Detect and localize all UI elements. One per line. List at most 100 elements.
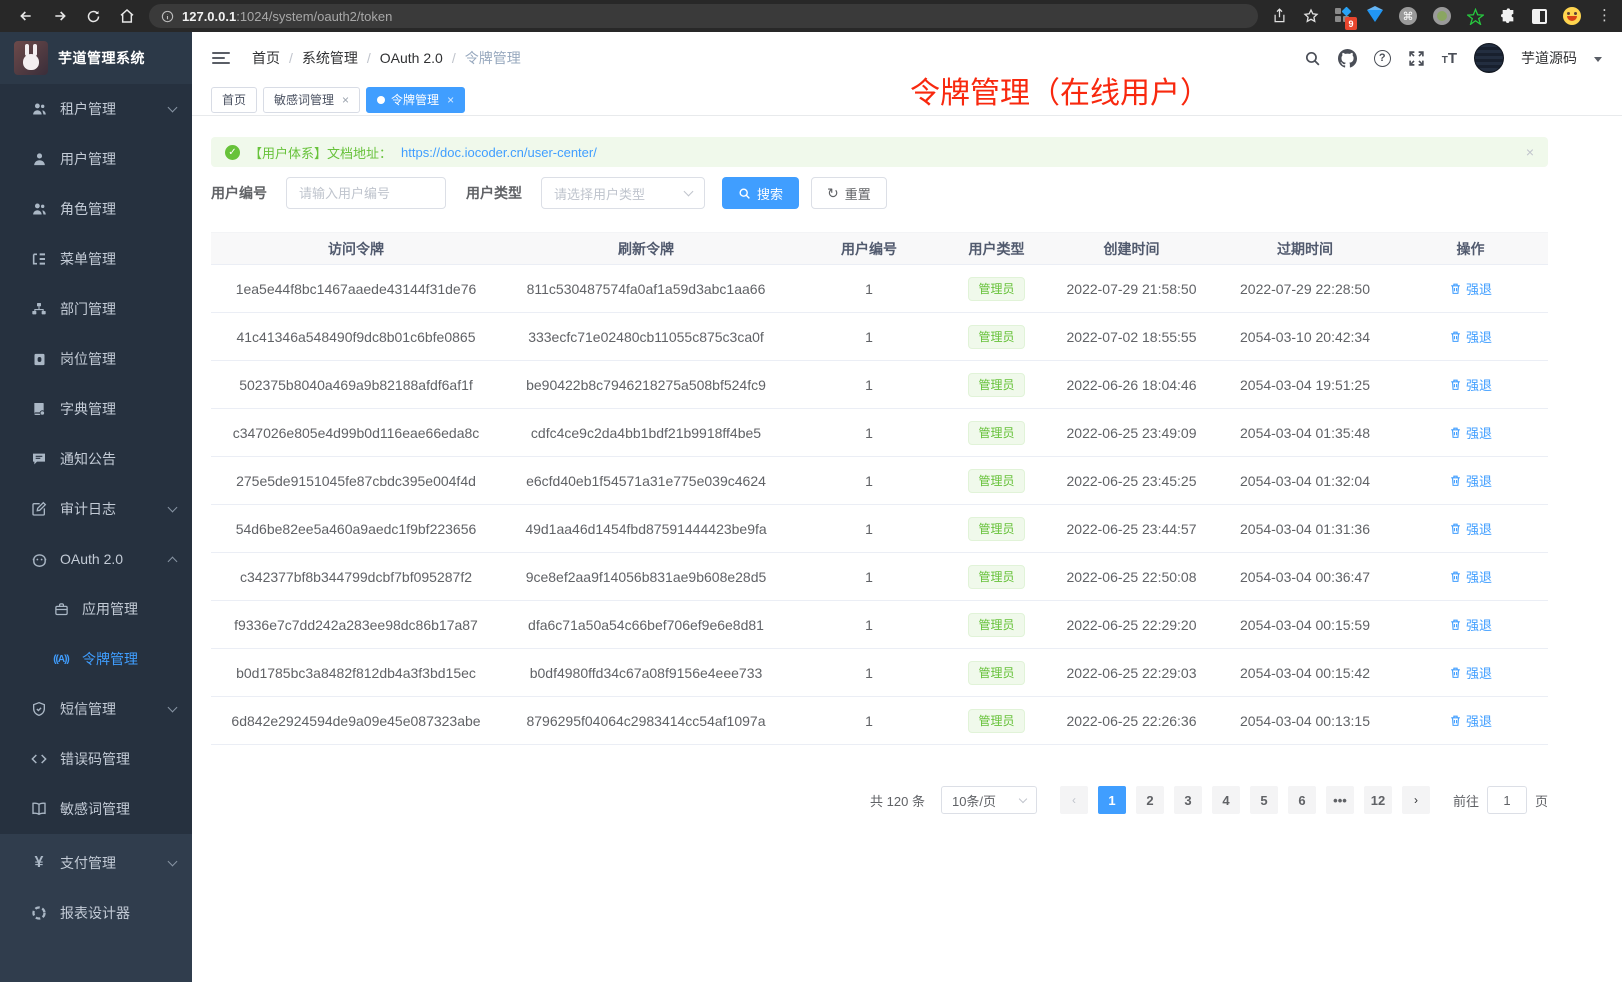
- sidebar-item-sms[interactable]: 短信管理: [0, 684, 192, 734]
- home-icon[interactable]: [119, 8, 135, 24]
- close-icon[interactable]: ×: [342, 93, 349, 107]
- reload-icon[interactable]: [86, 9, 101, 24]
- table-row: 6d842e2924594de9a09e45e087323abe 8796295…: [211, 697, 1548, 745]
- tab-home[interactable]: 首页: [211, 87, 257, 113]
- user-id-cell: 1: [791, 505, 947, 553]
- sidebar-item-report[interactable]: 报表设计器: [0, 888, 192, 938]
- breadcrumb-home[interactable]: 首页: [252, 48, 280, 68]
- github-icon[interactable]: [1338, 49, 1357, 68]
- help-icon[interactable]: ?: [1374, 50, 1391, 67]
- create-time-cell: 2022-06-25 23:49:09: [1046, 409, 1217, 457]
- sidebar-item-role[interactable]: 角色管理: [0, 184, 192, 234]
- access-token-cell: 502375b8040a469a9b82188afdf6af1f: [211, 361, 501, 409]
- force-logout-button[interactable]: 强退: [1449, 711, 1492, 730]
- sidebar-item-errcode[interactable]: 错误码管理: [0, 734, 192, 784]
- sidebar-item-sensitive[interactable]: 敏感词管理: [0, 784, 192, 834]
- back-icon[interactable]: [18, 8, 34, 24]
- share-icon[interactable]: [1272, 8, 1287, 24]
- open-book-icon: [30, 801, 48, 817]
- force-logout-button[interactable]: 强退: [1449, 327, 1492, 346]
- page-button-3[interactable]: 3: [1174, 786, 1202, 814]
- search-button[interactable]: 搜索: [722, 177, 799, 209]
- tab-sensitive-words[interactable]: 敏感词管理×: [263, 87, 360, 113]
- reset-button[interactable]: ↻ 重置: [811, 177, 887, 209]
- hamburger-icon[interactable]: [212, 52, 230, 64]
- page-button-6[interactable]: 6: [1288, 786, 1316, 814]
- sidebar-item-oauth-token[interactable]: ((A)) 令牌管理: [0, 634, 192, 684]
- sidebar-item-dict[interactable]: 字典管理: [0, 384, 192, 434]
- sidebar-item-notice[interactable]: 通知公告: [0, 434, 192, 484]
- search-icon[interactable]: [1304, 50, 1321, 67]
- sidebar-item-audit[interactable]: 审计日志: [0, 484, 192, 534]
- refresh-token-cell: 8796295f04064c2983414cc54af1097a: [501, 697, 791, 745]
- table-row: f9336e7c7dd242a283ee98dc86b17a87 dfa6c71…: [211, 601, 1548, 649]
- sidebar-item-menu[interactable]: 菜单管理: [0, 234, 192, 284]
- force-logout-button[interactable]: 强退: [1449, 615, 1492, 634]
- doc-link[interactable]: https://doc.iocoder.cn/user-center/: [401, 145, 597, 160]
- page-button-12[interactable]: 12: [1364, 786, 1392, 814]
- bookmark-star-icon[interactable]: [1303, 8, 1319, 24]
- sidebar-item-dept[interactable]: 部门管理: [0, 284, 192, 334]
- force-logout-button[interactable]: 强退: [1449, 375, 1492, 394]
- page-size-select[interactable]: 10条/页: [941, 786, 1037, 814]
- address-bar[interactable]: 127.0.0.1:1024/system/oauth2/token: [149, 4, 1258, 28]
- forward-icon[interactable]: [52, 8, 68, 24]
- user-type-badge: 管理员: [968, 469, 1024, 493]
- sidebar-item-tenant[interactable]: 租户管理: [0, 84, 192, 134]
- sidebar-item-oauth[interactable]: OAuth 2.0: [0, 534, 192, 584]
- expire-time-cell: 2022-07-29 22:28:50: [1217, 265, 1393, 313]
- expire-time-cell: 2054-03-04 00:15:42: [1217, 649, 1393, 697]
- ext-record-icon[interactable]: [1433, 7, 1451, 25]
- user-type-select[interactable]: 请选择用户类型: [541, 177, 705, 209]
- sidebar-item-user[interactable]: 用户管理: [0, 134, 192, 184]
- ext-puzzle-icon[interactable]: [1500, 8, 1516, 24]
- font-size-icon[interactable]: TT: [1442, 50, 1457, 67]
- page-button-5[interactable]: 5: [1250, 786, 1278, 814]
- user-id-cell: 1: [791, 601, 947, 649]
- force-logout-button[interactable]: 强退: [1449, 471, 1492, 490]
- page-ellipsis-button[interactable]: •••: [1326, 786, 1354, 814]
- site-info-icon[interactable]: [161, 10, 174, 23]
- force-logout-button[interactable]: 强退: [1449, 423, 1492, 442]
- prev-page-button[interactable]: ‹: [1060, 786, 1088, 814]
- trash-icon: [1449, 378, 1462, 391]
- org-chart-icon: [30, 301, 48, 317]
- ext-star-icon[interactable]: [1467, 8, 1484, 25]
- shield-icon: [30, 701, 48, 717]
- ext-split-window-icon[interactable]: [1532, 9, 1547, 24]
- user-id-input[interactable]: [286, 177, 446, 209]
- alert-close-icon[interactable]: ×: [1526, 144, 1534, 160]
- create-time-cell: 2022-06-25 22:50:08: [1046, 553, 1217, 601]
- alert-text: 【用户体系】文档地址：: [249, 143, 392, 162]
- sidebar-item-pay[interactable]: ¥ 支付管理: [0, 838, 192, 888]
- url-host: 127.0.0.1: [182, 9, 236, 24]
- close-icon[interactable]: ×: [447, 93, 454, 107]
- fullscreen-icon[interactable]: [1408, 50, 1425, 67]
- force-logout-button[interactable]: 强退: [1449, 279, 1492, 298]
- chevron-down-icon: [168, 703, 178, 713]
- ext-emoji-icon[interactable]: [1563, 7, 1581, 25]
- user-menu-caret-icon[interactable]: [1594, 57, 1602, 62]
- user-avatar[interactable]: [1474, 43, 1504, 73]
- force-logout-button[interactable]: 强退: [1449, 663, 1492, 682]
- refresh-icon: ↻: [827, 186, 839, 200]
- breadcrumb-oauth[interactable]: OAuth 2.0: [380, 50, 443, 66]
- chevron-down-icon: [684, 187, 694, 197]
- force-logout-button[interactable]: 强退: [1449, 519, 1492, 538]
- page-button-4[interactable]: 4: [1212, 786, 1240, 814]
- sidebar-item-post[interactable]: 岗位管理: [0, 334, 192, 384]
- breadcrumb-system[interactable]: 系统管理: [302, 48, 358, 68]
- ext-grid-icon[interactable]: 9: [1335, 8, 1351, 24]
- ext-command-icon[interactable]: ⌘: [1399, 7, 1417, 25]
- sidebar-item-oauth-app[interactable]: 应用管理: [0, 584, 192, 634]
- page-button-2[interactable]: 2: [1136, 786, 1164, 814]
- page-button-1[interactable]: 1: [1098, 786, 1126, 814]
- tab-token-management[interactable]: 令牌管理×: [366, 87, 465, 113]
- force-logout-button[interactable]: 强退: [1449, 567, 1492, 586]
- next-page-button[interactable]: ›: [1402, 786, 1430, 814]
- goto-page-input[interactable]: [1487, 786, 1527, 814]
- goto-label: 前往: [1453, 791, 1479, 810]
- ext-gem-icon[interactable]: [1367, 10, 1383, 22]
- ext-badge: 9: [1345, 17, 1357, 30]
- browser-menu-icon[interactable]: ⋮: [1597, 11, 1612, 21]
